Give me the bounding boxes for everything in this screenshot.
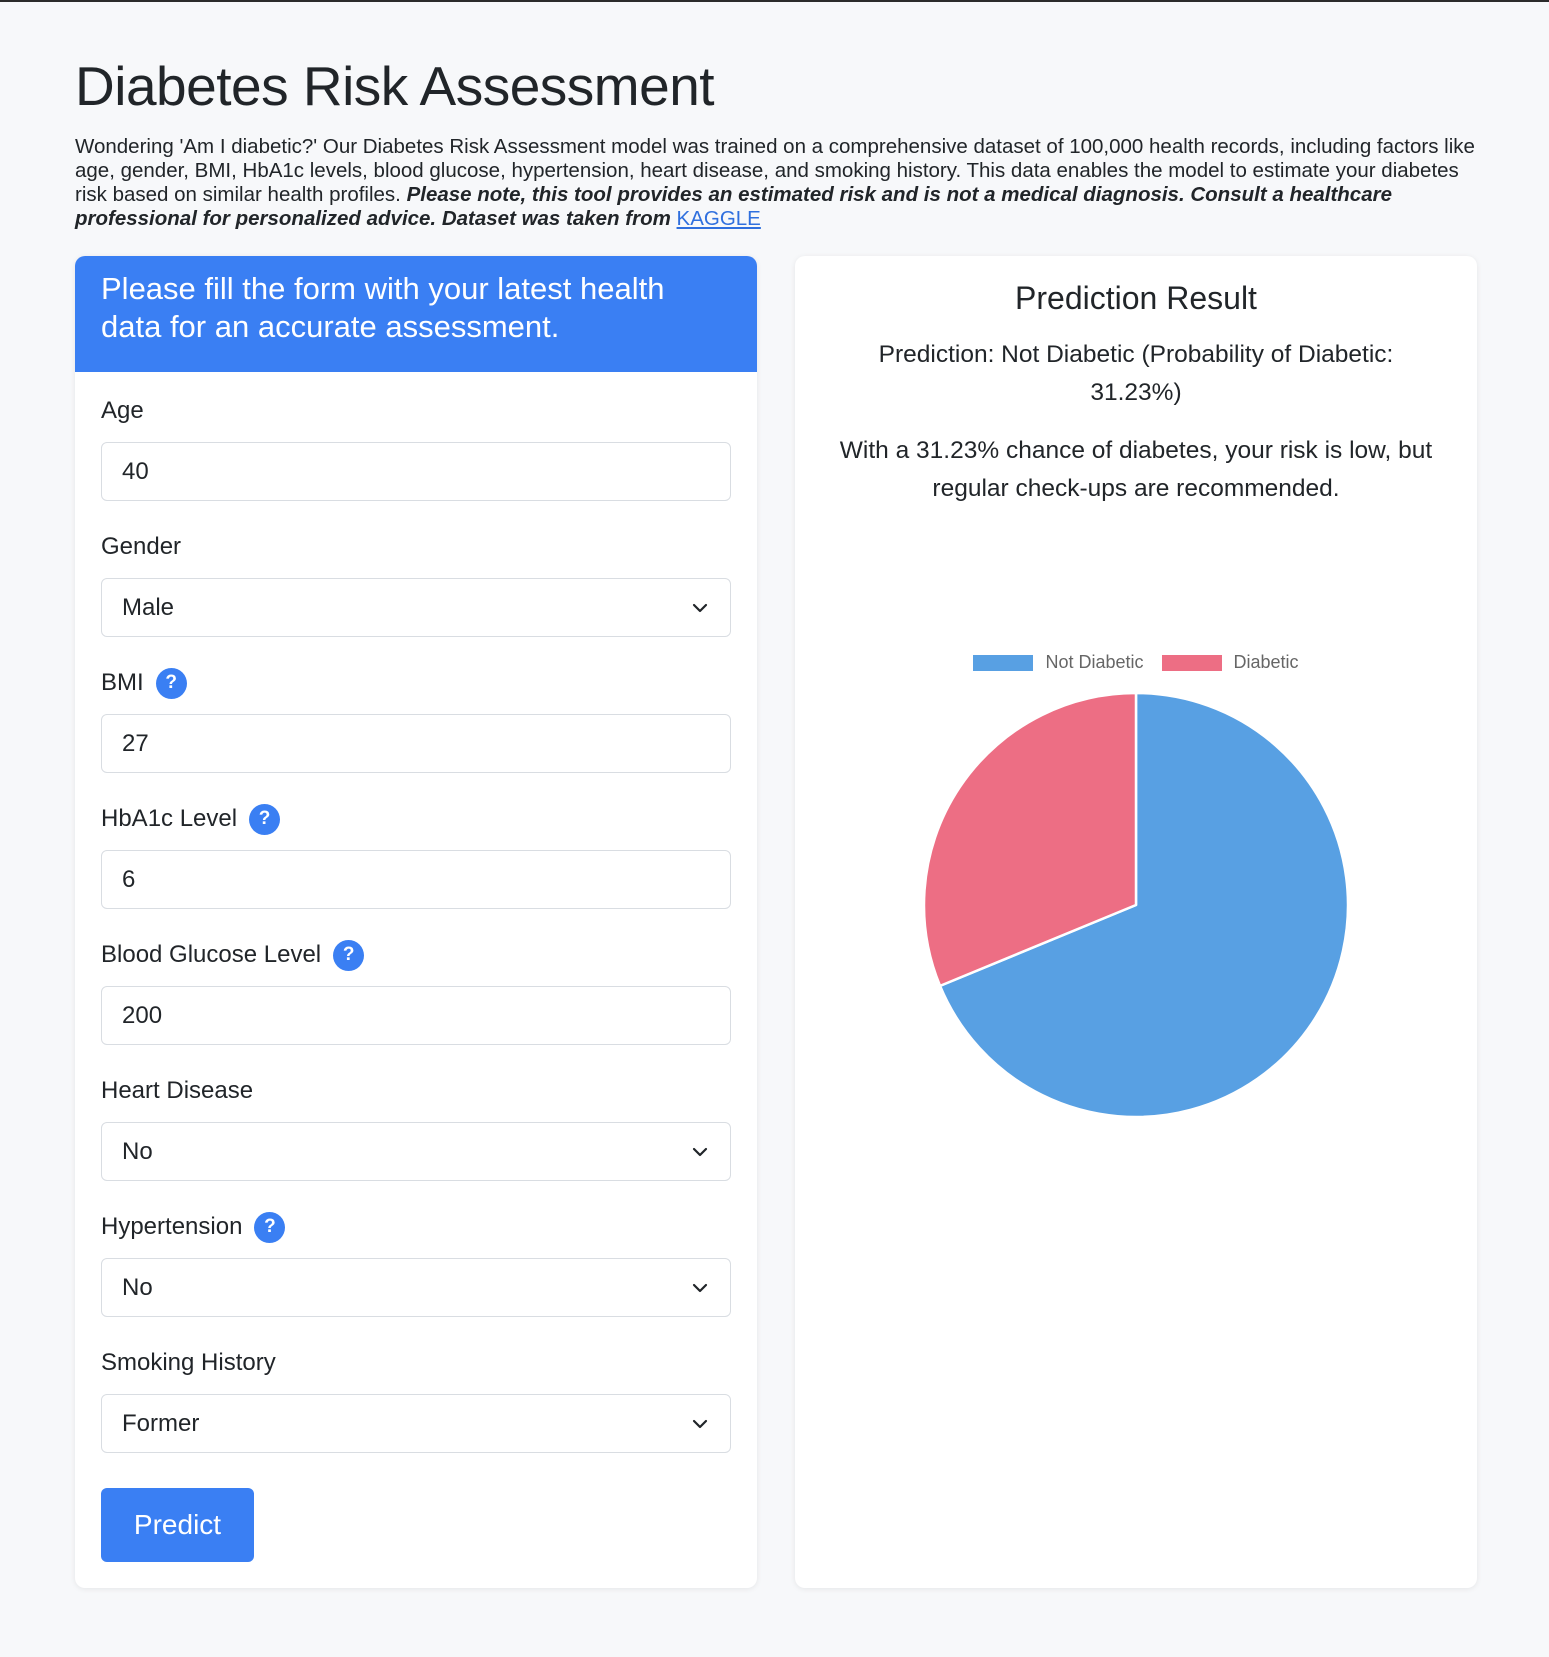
assessment-form-card: Please fill the form with your latest he…: [75, 256, 757, 1588]
chevron-down-icon: [692, 1283, 708, 1292]
bmi-input[interactable]: 27: [101, 714, 731, 773]
risk-note: With a 31.23% chance of diabetes, your r…: [839, 437, 1433, 502]
legend-label: Not Diabetic: [1045, 652, 1144, 672]
pie-chart: [922, 691, 1350, 1119]
page: Diabetes Risk Assessment Wondering 'Am I…: [0, 2, 1549, 1657]
legend-label: Diabetic: [1233, 652, 1299, 672]
age-input[interactable]: 40: [101, 442, 731, 501]
heart-disease-select[interactable]: No: [101, 1122, 731, 1181]
result-title: Prediction Result: [1015, 280, 1257, 316]
chevron-down-icon: [692, 603, 708, 612]
bmi-field: BMI? 27: [101, 666, 731, 773]
hypertension-field: Hypertension? No: [101, 1210, 731, 1317]
gender-field: Gender Male: [101, 530, 731, 637]
blood-glucose-label: Blood Glucose Level?: [101, 938, 731, 972]
intro-paragraph: Wondering 'Am I diabetic?' Our Diabetes …: [75, 135, 1485, 231]
help-icon[interactable]: ?: [155, 667, 187, 699]
smoking-history-field: Smoking History Former: [101, 1346, 731, 1453]
age-label: Age: [101, 397, 144, 424]
gender-label: Gender: [101, 533, 182, 560]
hba1c-label: HbA1c Level?: [101, 802, 731, 836]
heart-disease-field: Heart Disease No: [101, 1074, 731, 1181]
legend-swatch: [973, 654, 1034, 671]
help-icon[interactable]: ?: [254, 1211, 286, 1243]
prediction-text: Prediction: Not Diabetic (Probability of…: [878, 341, 1394, 406]
form-header: Please fill the form with your latest he…: [75, 256, 757, 372]
age-field: Age 40: [101, 394, 731, 501]
page-title: Diabetes Risk Assessment: [75, 55, 715, 117]
prediction-result-card: Prediction Result Prediction: Not Diabet…: [795, 256, 1477, 1588]
legend-swatch: [1161, 654, 1222, 671]
help-icon[interactable]: ?: [333, 939, 365, 971]
legend-item-not-diabetic[interactable]: Not Diabetic: [973, 652, 1144, 673]
hba1c-field: HbA1c Level? 6: [101, 802, 731, 909]
blood-glucose-input[interactable]: 200: [101, 986, 731, 1045]
smoking-history-select[interactable]: Former: [101, 1394, 731, 1453]
hypertension-select[interactable]: No: [101, 1258, 731, 1317]
chevron-down-icon: [692, 1147, 708, 1156]
hypertension-label: Hypertension?: [101, 1210, 731, 1244]
predict-button[interactable]: Predict: [101, 1488, 254, 1562]
legend-item-diabetic[interactable]: Diabetic: [1161, 652, 1299, 673]
chart-legend: Not Diabetic Diabetic: [795, 652, 1477, 673]
hba1c-input[interactable]: 6: [101, 850, 731, 909]
bmi-label: BMI?: [101, 666, 731, 700]
chevron-down-icon: [692, 1419, 708, 1428]
kaggle-link[interactable]: KAGGLE: [677, 207, 761, 230]
help-icon[interactable]: ?: [249, 803, 281, 835]
blood-glucose-field: Blood Glucose Level? 200: [101, 938, 731, 1045]
gender-select[interactable]: Male: [101, 578, 731, 637]
smoking-history-label: Smoking History: [101, 1349, 276, 1376]
heart-disease-label: Heart Disease: [101, 1077, 254, 1104]
